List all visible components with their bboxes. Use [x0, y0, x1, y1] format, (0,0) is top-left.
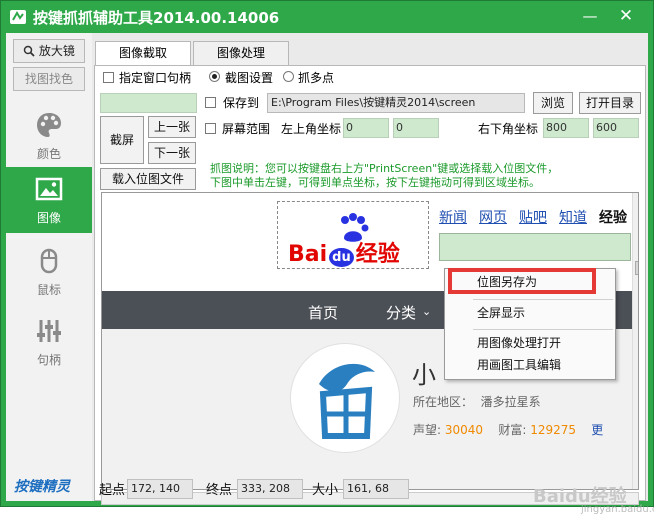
menu-item-edit-in-paint[interactable]: 用画图工具编辑 — [445, 354, 615, 376]
preview-link-zhidao: 知道 — [559, 210, 587, 226]
preview-link-web: 网页 — [479, 210, 507, 226]
sidebar-item-label: 颜色 — [36, 147, 61, 161]
size-label: 大小 — [312, 483, 339, 498]
baidu-logo-suffix: 经验 — [355, 242, 400, 267]
screenshot-settings-radio[interactable] — [209, 71, 220, 82]
open-directory-button[interactable]: 打开目录 — [579, 92, 641, 114]
preview-link-news: 新闻 — [439, 210, 467, 226]
scrollbar-thumb[interactable] — [635, 261, 638, 275]
brand-logo: 按键精灵 — [14, 479, 70, 495]
client-area: 放大镜 找图找色 颜色 图像 鼠标 句柄 按键精灵 图像截取 图像处理 指定窗口… — [6, 33, 654, 515]
bottom-right-x-field[interactable]: 800 — [543, 118, 589, 138]
image-icon — [35, 177, 63, 201]
mouse-icon — [40, 248, 58, 274]
sidebar-item-label: 图像 — [36, 211, 61, 225]
multipoint-label: 抓多点 — [298, 71, 335, 85]
app-window: 按键抓抓辅助工具2014.00.14006 — ✕ 放大镜 找图找色 颜色 图像… — [0, 0, 654, 515]
close-button[interactable]: ✕ — [613, 5, 639, 27]
preview-nav-home: 首页 — [308, 304, 339, 322]
menu-separator — [473, 299, 613, 300]
bottom-right-label: 右下角坐标 — [478, 122, 539, 136]
menu-item-open-image-process[interactable]: 用图像处理打开 — [445, 332, 615, 354]
window-title: 按键抓抓辅助工具2014.00.14006 — [33, 9, 280, 27]
tab-image-capture[interactable]: 图像截取 — [95, 41, 191, 66]
window-handle-field[interactable] — [100, 93, 197, 113]
capture-note-line1: 抓图说明：您可以按键盘右上方"PrintScreen"键或选择载入位图文件， — [210, 162, 559, 175]
capture-panel: 指定窗口句柄 截图设置 抓多点 保存到 E:\Program Files\按键精… — [94, 65, 654, 515]
tab-image-process[interactable]: 图像处理 — [193, 41, 289, 65]
wealth-value: 129275 — [530, 423, 577, 437]
screenshot-settings-label: 截图设置 — [225, 71, 274, 85]
start-point-label: 起点 — [99, 483, 126, 498]
browse-button[interactable]: 浏览 — [533, 92, 573, 114]
image-preview[interactable]: 首页 分类 ⌄ Bai du 经验 新闻 网页 贴吧 知道 经验 小 所在地区：… — [101, 192, 639, 490]
more-link: 更 — [591, 423, 604, 437]
baidu-logo-bai: Bai — [288, 242, 328, 267]
end-point-field: 333, 208 — [237, 479, 303, 499]
sidebar-item-handle[interactable]: 句柄 — [6, 309, 92, 375]
avatar-logo-icon — [319, 363, 375, 439]
location-label: 所在地区： — [413, 395, 474, 409]
fame-value: 30040 — [444, 423, 484, 437]
minimize-button[interactable]: — — [577, 5, 603, 27]
specify-window-label: 指定窗口句柄 — [119, 71, 192, 85]
top-left-label: 左上角坐标 — [281, 122, 342, 136]
screen-range-label: 屏幕范围 — [222, 122, 271, 136]
load-bitmap-button[interactable]: 载入位图文件 — [100, 168, 196, 190]
app-icon — [10, 10, 26, 24]
find-image-color-button[interactable]: 找图找色 — [13, 67, 85, 91]
wealth-label: 财富: — [498, 423, 527, 437]
sidebar-item-color[interactable]: 颜色 — [6, 103, 92, 169]
previous-button[interactable]: 上一张 — [148, 116, 196, 138]
location-value: 潘多拉星系 — [480, 395, 541, 409]
profile-stats: 声望: 30040 财富: 129275 更 — [413, 421, 603, 438]
avatar — [290, 343, 400, 453]
highlight-box — [448, 268, 596, 294]
menu-item-fullscreen[interactable]: 全屏显示 — [445, 302, 615, 324]
sidebar-item-mouse[interactable]: 鼠标 — [6, 239, 92, 305]
size-field: 161, 68 — [343, 479, 409, 499]
zoom-button-label: 放大镜 — [38, 44, 75, 58]
chevron-down-icon: ⌄ — [422, 305, 432, 318]
preview-link-tieba: 贴吧 — [519, 210, 547, 226]
screen-range-checkbox[interactable] — [205, 123, 216, 134]
multipoint-radio[interactable] — [283, 71, 294, 82]
zoom-button[interactable]: 放大镜 — [13, 39, 85, 63]
next-button[interactable]: 下一张 — [148, 142, 196, 164]
bottom-right-y-field[interactable]: 600 — [593, 118, 639, 138]
top-left-y-field[interactable]: 0 — [393, 118, 439, 138]
top-left-x-field[interactable]: 0 — [343, 118, 389, 138]
screen-capture-button[interactable]: 截屏 — [100, 116, 144, 164]
preview-search-field — [439, 233, 631, 261]
save-to-label: 保存到 — [223, 96, 260, 110]
save-to-checkbox[interactable] — [205, 97, 216, 108]
end-point-label: 终点 — [206, 483, 233, 498]
start-point-field: 172, 140 — [127, 479, 193, 499]
search-icon — [23, 45, 35, 57]
baidu-watermark-url: jingyan.baidu.com — [581, 504, 654, 515]
menu-separator — [473, 329, 613, 330]
selection-rectangle: Bai du 经验 — [277, 201, 429, 269]
baidu-logo-du: du — [329, 248, 354, 267]
fame-label: 声望: — [413, 423, 442, 437]
sidebar-item-label: 鼠标 — [36, 283, 61, 297]
baidu-logo: Bai du 经验 — [288, 236, 400, 268]
preview-nav-category: 分类 — [386, 304, 417, 322]
profile-location: 所在地区： 潘多拉星系 — [413, 393, 541, 410]
sliders-icon — [37, 320, 61, 342]
preview-vertical-scrollbar[interactable] — [632, 193, 638, 489]
specify-window-checkbox[interactable] — [103, 72, 114, 83]
preview-link-jingyan: 经验 — [599, 210, 627, 226]
palette-icon — [37, 113, 61, 137]
sidebar-item-image[interactable]: 图像 — [6, 167, 92, 233]
capture-note-line2: 下图中单击左键，可得到单点坐标，按下左键拖动可得到区域坐标。 — [210, 176, 540, 189]
save-path-field[interactable]: E:\Program Files\按键精灵2014\screen — [267, 93, 525, 113]
title-bar[interactable]: 按键抓抓辅助工具2014.00.14006 — ✕ — [1, 1, 653, 33]
sidebar-item-label: 句柄 — [36, 353, 61, 367]
sidebar: 放大镜 找图找色 颜色 图像 鼠标 句柄 按键精灵 — [6, 33, 92, 501]
profile-name: 小 — [412, 361, 436, 389]
